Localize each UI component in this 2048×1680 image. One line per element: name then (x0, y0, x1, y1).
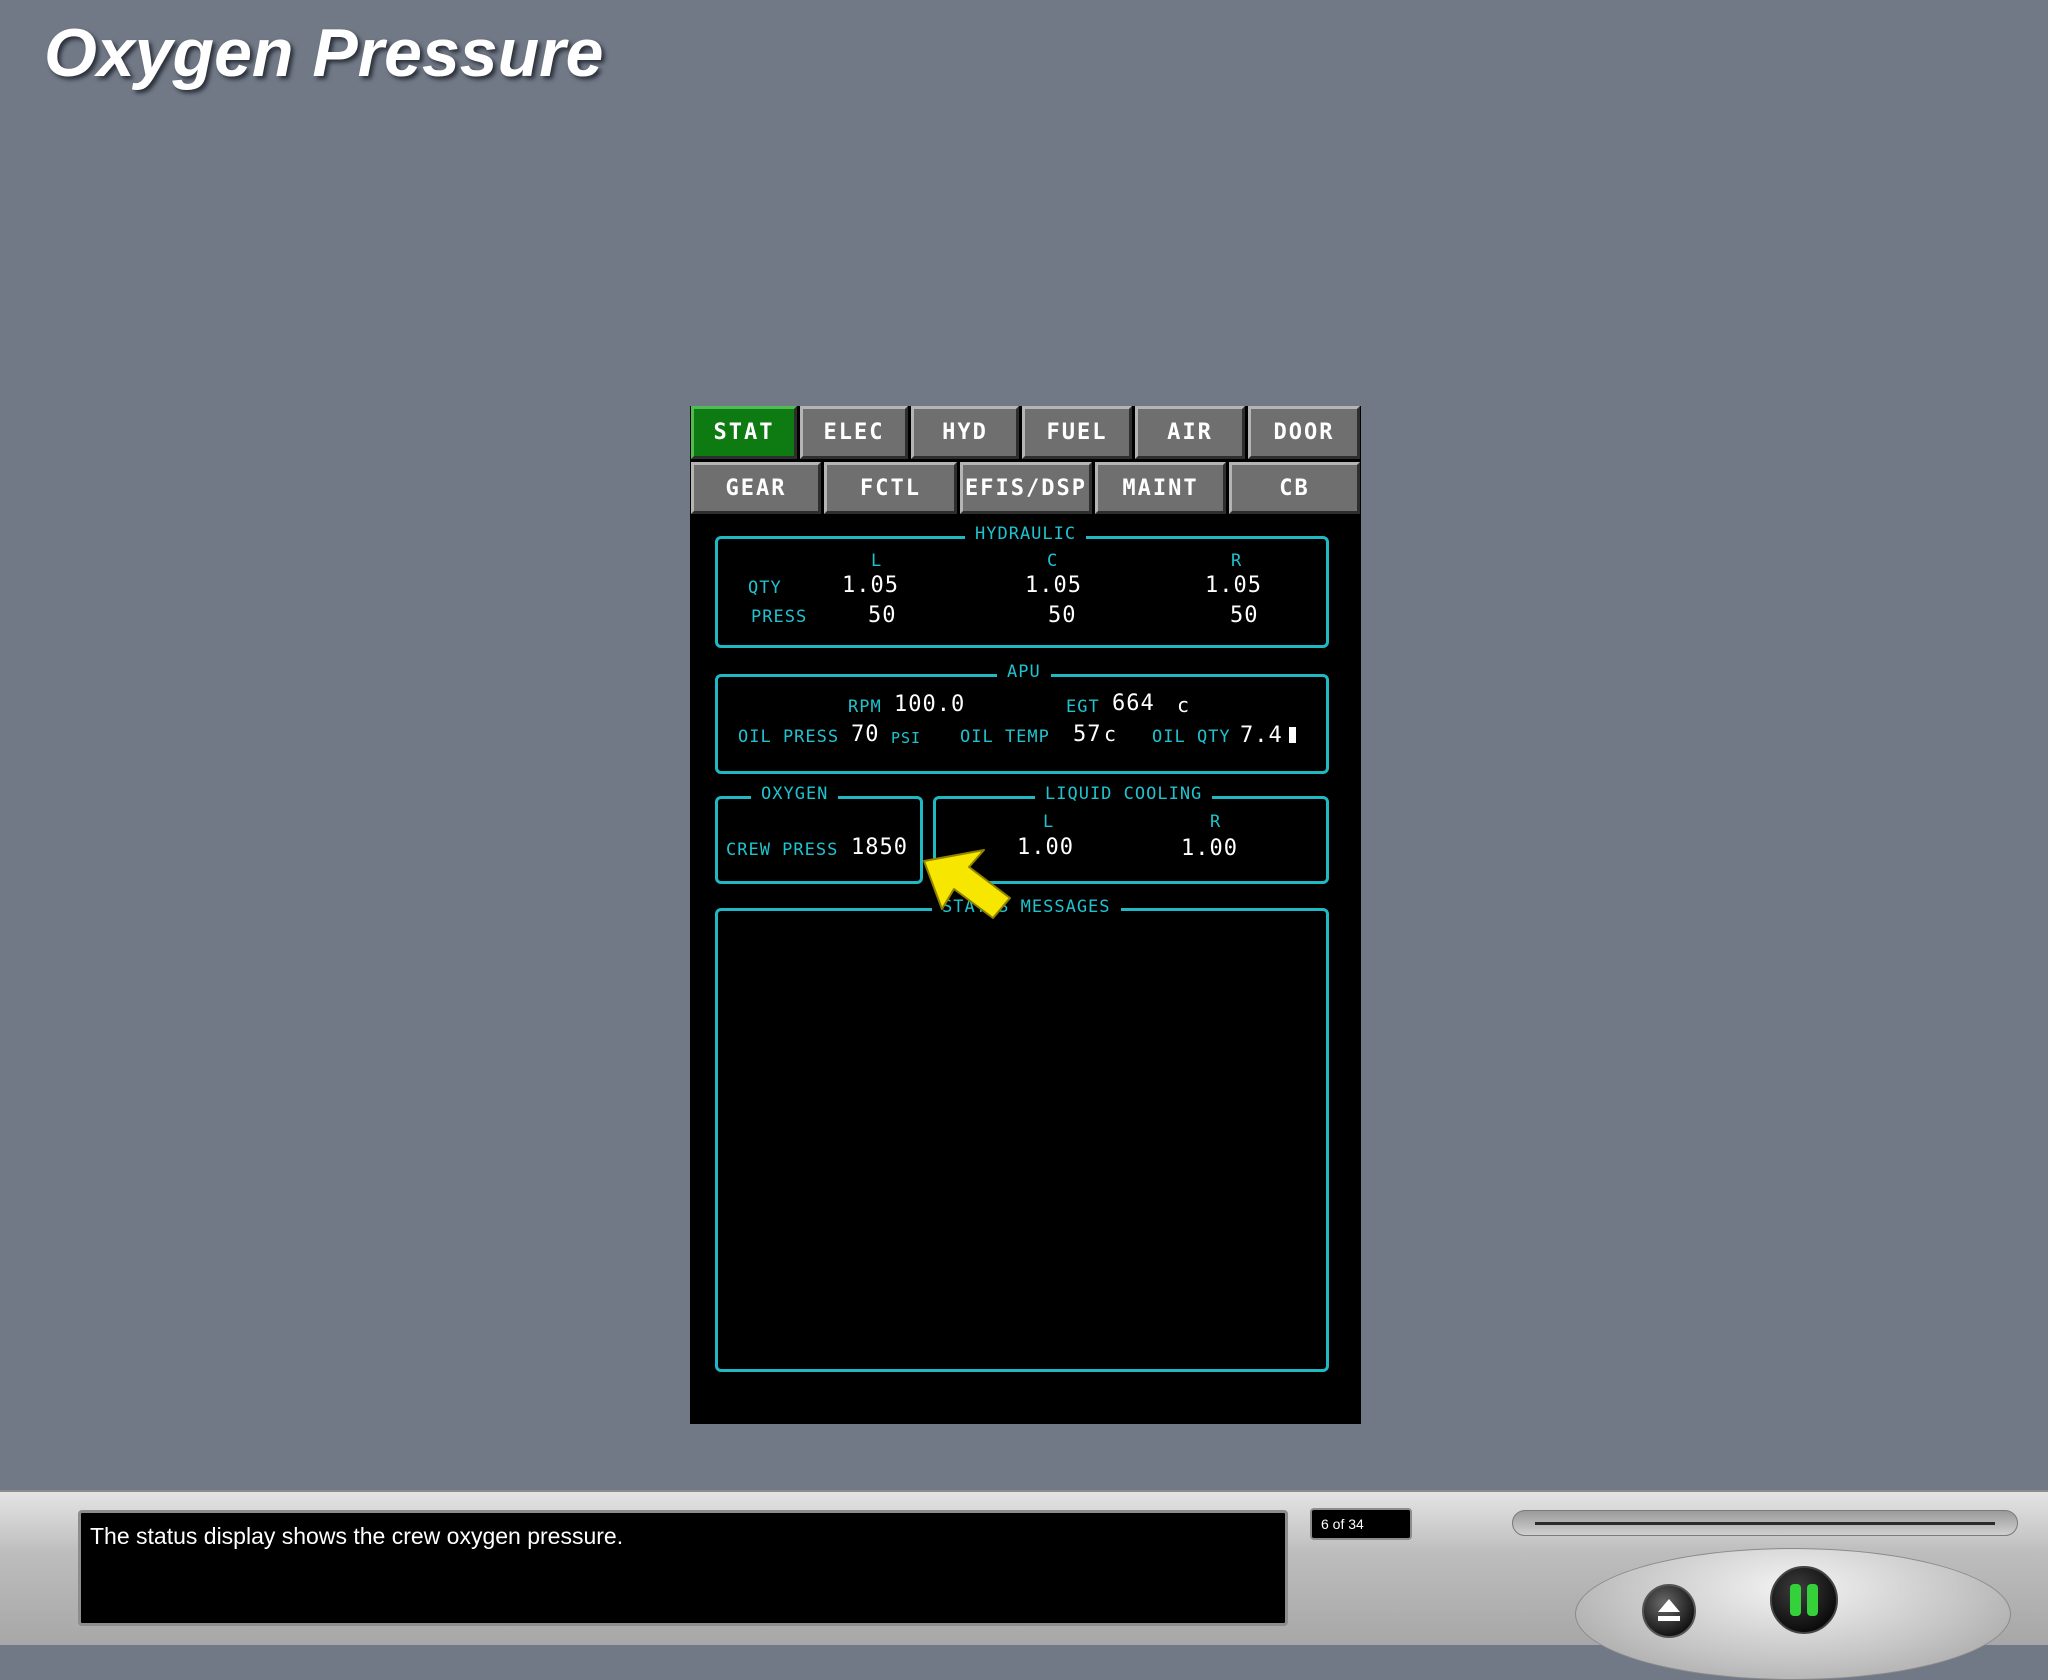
hydraulic-qty-c: 1.05 (1025, 573, 1082, 598)
caption-box: The status display shows the crew oxygen… (78, 1510, 1288, 1626)
tab-maint[interactable]: MAINT (1095, 462, 1226, 514)
tab-elec[interactable]: ELEC (800, 406, 908, 459)
eicas-status-display: STAT ELEC HYD FUEL AIR DOOR GEAR FCTL EF… (690, 406, 1361, 1424)
apu-oil-temp-unit: c (1104, 722, 1118, 746)
apu-box (715, 674, 1329, 774)
progress-bar[interactable] (1512, 1510, 2018, 1536)
apu-egt-value: 664 (1112, 691, 1155, 716)
apu-title: APU (997, 662, 1051, 682)
tab-fuel[interactable]: FUEL (1022, 406, 1132, 459)
slide-counter: 6 of 34 (1310, 1508, 1412, 1540)
liquid-cooling-value-r: 1.00 (1181, 836, 1238, 861)
page-title: Oxygen Pressure (44, 15, 604, 91)
status-messages-box (715, 908, 1329, 1372)
tab-cb[interactable]: CB (1229, 462, 1360, 514)
apu-rpm-value: 100.0 (894, 692, 966, 717)
oxygen-crew-press-value: 1850 (851, 835, 908, 860)
hydraulic-press-l: 50 (868, 603, 897, 628)
apu-oil-temp-value: 57 (1073, 722, 1102, 747)
apu-oil-press-label: OIL PRESS (738, 727, 840, 747)
pointer-arrow-icon (923, 849, 1011, 919)
liquid-cooling-col-r: R (1210, 812, 1222, 832)
apu-egt-label: EGT (1066, 697, 1100, 717)
tab-air[interactable]: AIR (1135, 406, 1245, 459)
liquid-cooling-col-l: L (1043, 812, 1055, 832)
apu-oil-qty-label: OIL QTY (1152, 727, 1231, 747)
liquid-cooling-value-l: 1.00 (1017, 835, 1074, 860)
hydraulic-qty-label: QTY (748, 578, 782, 598)
eject-icon[interactable] (1640, 1582, 1698, 1640)
apu-rpm-label: RPM (848, 697, 882, 717)
hydraulic-press-c: 50 (1048, 603, 1077, 628)
playback-controls (1575, 1548, 2011, 1680)
hydraulic-press-r: 50 (1230, 603, 1259, 628)
apu-oil-temp-label: OIL TEMP (960, 727, 1050, 747)
progress-bar-fill (1535, 1522, 1995, 1525)
hydraulic-title: HYDRAULIC (965, 524, 1087, 544)
tab-stat[interactable]: STAT (691, 406, 797, 459)
tab-hyd[interactable]: HYD (911, 406, 1019, 459)
tab-gear[interactable]: GEAR (691, 462, 821, 514)
hydraulic-press-label: PRESS (751, 607, 808, 627)
oxygen-title: OXYGEN (751, 784, 839, 804)
hydraulic-col-r: R (1231, 551, 1243, 571)
apu-oil-press-unit: PSI (891, 729, 922, 747)
hydraulic-qty-r: 1.05 (1205, 573, 1262, 598)
liquid-cooling-title: LIQUID COOLING (1035, 784, 1213, 804)
apu-egt-unit: c (1177, 693, 1191, 717)
hydraulic-qty-l: 1.05 (842, 573, 899, 598)
apu-oil-press-value: 70 (851, 722, 880, 747)
hydraulic-col-c: C (1047, 551, 1059, 571)
apu-oil-qty-cursor (1289, 727, 1296, 743)
apu-oil-qty-value: 7.4 (1240, 723, 1283, 748)
pause-icon[interactable] (1768, 1564, 1840, 1636)
tab-efis-dsp[interactable]: EFIS/DSP (960, 462, 1092, 514)
tab-fctl[interactable]: FCTL (824, 462, 957, 514)
oxygen-crew-press-label: CREW PRESS (726, 840, 839, 860)
tab-door[interactable]: DOOR (1248, 406, 1360, 459)
hydraulic-col-l: L (871, 551, 883, 571)
